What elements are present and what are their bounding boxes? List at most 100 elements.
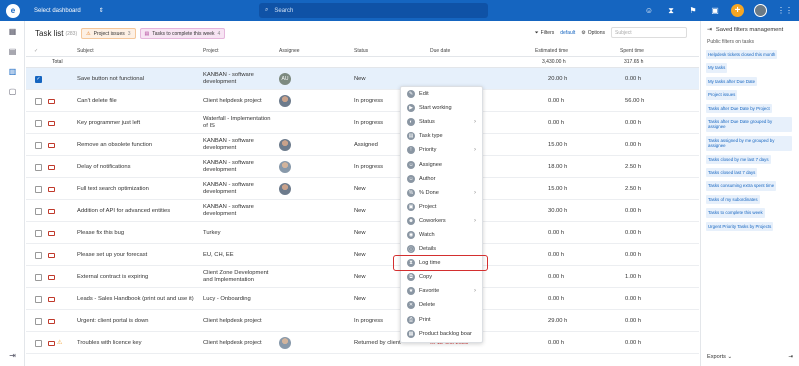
column-header-spent[interactable]: Spent time — [620, 48, 644, 54]
row-checkbox[interactable] — [35, 207, 42, 215]
saved-filter-link[interactable]: Tasks of my subordinates — [706, 194, 760, 205]
tasks-icon[interactable]: ▥ — [0, 61, 25, 81]
user-avatar[interactable] — [754, 4, 767, 17]
row-checkbox[interactable]: ✓ — [35, 75, 42, 83]
expand-menu-icon[interactable]: ⇥ — [0, 351, 25, 360]
task-subject-link[interactable]: Remove an obsolete function — [77, 134, 197, 156]
saved-filter-link[interactable]: My tasks after Due Date — [706, 76, 758, 87]
menu-item-print[interactable]: ⎙ Print — [401, 313, 482, 327]
task-project[interactable]: EU, CH, EE — [203, 244, 273, 266]
menu-item-delete[interactable]: ✕ Delete — [401, 298, 482, 312]
assignee-avatar[interactable] — [279, 161, 291, 173]
task-subject-link[interactable]: Delay of notifications — [77, 156, 197, 178]
row-checkbox[interactable] — [35, 163, 42, 171]
menu-item-favorite[interactable]: ★ Favorite › — [401, 284, 482, 298]
column-header-due-date[interactable]: Due date — [430, 48, 450, 54]
menu-item-details[interactable]: ⓘ Details — [401, 242, 482, 256]
task-subject-link[interactable]: Key programmer just left — [77, 112, 197, 134]
calendar-icon[interactable]: ▣ — [709, 6, 721, 15]
task-project[interactable]: Client helpdesk project — [203, 90, 273, 112]
task-project[interactable]: KANBAN - software development — [203, 156, 273, 178]
menu-item-assignee[interactable]: ☺ Assignee — [401, 157, 482, 171]
row-checkbox[interactable] — [35, 119, 42, 127]
global-search-input[interactable]: ⌕ Search — [259, 3, 488, 18]
saved-filter-link[interactable]: Tasks closed by me last 7 days — [706, 154, 771, 165]
grid-icon[interactable]: ⋮⋮ — [777, 6, 793, 15]
table-row[interactable]: Leads - Sales Handbook (print out and us… — [26, 288, 699, 310]
table-row[interactable]: Key programmer just left Waterfall - Impl… — [26, 112, 699, 134]
saved-filter-link[interactable]: My tasks — [706, 63, 728, 73]
options-button[interactable]: ⚙ Options — [581, 30, 605, 36]
add-button[interactable]: + — [731, 4, 744, 17]
table-row[interactable]: Please set up your forecast EU, CH, EE New… — [26, 244, 699, 266]
task-project[interactable]: Client Zone Development and Implementati… — [203, 266, 273, 288]
task-project[interactable]: Lucy - Onboarding — [203, 288, 273, 310]
column-header-assignee[interactable]: Assignee — [279, 48, 300, 54]
task-project[interactable]: KANBAN - software development — [203, 200, 273, 222]
task-project[interactable]: Client helpdesk project — [203, 332, 273, 354]
home-icon[interactable]: ▦ — [0, 21, 25, 41]
timer-icon[interactable]: ⧗ — [665, 6, 677, 16]
table-row[interactable]: ✓ Save button not functional KANBAN - soft… — [26, 68, 699, 90]
flag-icon[interactable]: ⚑ — [687, 6, 699, 15]
table-row[interactable]: Full text search optimization KANBAN - so… — [26, 178, 699, 200]
saved-filter-link[interactable]: Tasks after Due Date grouped by assignee — [706, 117, 792, 132]
task-subject-link[interactable]: Save button not functional — [77, 68, 197, 90]
task-project[interactable]: Waterfall - Implementation of IS — [203, 112, 273, 134]
dashboard-select[interactable]: Select dashboard ⇕ — [34, 7, 104, 15]
row-checkbox[interactable] — [35, 251, 42, 259]
menu-item-watch[interactable]: ◉ Watch — [401, 228, 482, 242]
task-subject-link[interactable]: Please set up your forecast — [77, 244, 197, 266]
projects-icon[interactable]: ▤ — [0, 41, 25, 61]
filters-button[interactable]: ⏷ Filters — [535, 30, 555, 36]
task-subject-link[interactable]: Please fix this bug — [77, 222, 197, 244]
menu-item-project[interactable]: ▣ Project — [401, 200, 482, 214]
column-header-subject[interactable]: Subject — [77, 48, 94, 54]
menu-item-edit[interactable]: ✎ Edit — [401, 87, 482, 101]
column-header-project[interactable]: Project — [203, 48, 219, 54]
column-header-status[interactable]: Status — [354, 48, 368, 54]
expand-icon[interactable]: ⇥ — [707, 27, 712, 33]
select-all-checkbox[interactable]: ✓ — [34, 48, 38, 54]
saved-filter-link[interactable]: Tasks closed last 7 days — [706, 168, 758, 178]
menu-item-task-type[interactable]: ▤ Task type — [401, 129, 482, 143]
task-subject-link[interactable]: Urgent: client portal is down — [77, 310, 197, 332]
saved-filter-link[interactable]: Project issues — [706, 90, 738, 100]
table-row[interactable]: Remove an obsolete function KANBAN - soft… — [26, 134, 699, 156]
menu-item-start-working[interactable]: ▶ Start working — [401, 101, 482, 115]
task-project[interactable]: KANBAN - software development — [203, 134, 273, 156]
task-subject-link[interactable]: External contract is expiring — [77, 266, 197, 288]
saved-filter-link[interactable]: Tasks assigned by me grouped by assignee — [706, 135, 792, 151]
row-checkbox[interactable] — [35, 185, 42, 193]
assignee-avatar[interactable]: AU — [279, 73, 291, 85]
saved-filter-link[interactable]: Urgent Priority Tasks by Projects — [706, 221, 774, 232]
documents-icon[interactable]: ▢ — [0, 81, 25, 101]
menu-item-status[interactable]: ◐ Status › — [401, 115, 482, 129]
table-row[interactable]: Delay of notifications KANBAN - software … — [26, 156, 699, 178]
task-subject-link[interactable]: Leads - Sales Handbook (print out and us… — [77, 288, 197, 310]
task-subject-link[interactable]: Addition of API for advanced entities — [77, 200, 197, 222]
exports-button[interactable]: Exports ⌄ — [707, 354, 732, 360]
row-checkbox[interactable] — [35, 317, 42, 325]
table-row[interactable]: Urgent: client portal is down Client help… — [26, 310, 699, 332]
task-subject-link[interactable]: Troubles with licence key — [77, 332, 197, 354]
row-checkbox[interactable] — [35, 229, 42, 237]
task-project[interactable]: Client helpdesk project — [203, 310, 273, 332]
menu-item--done[interactable]: % % Done › — [401, 186, 482, 200]
table-row[interactable]: Please fix this bug Turkey New 0.00 h 0.00 h — [26, 222, 699, 244]
filter-chip-project-issues[interactable]: ⚠ Project issues 3 — [81, 28, 136, 39]
row-checkbox[interactable] — [35, 339, 42, 347]
table-row[interactable]: Can't delete file Client helpdesk project… — [26, 90, 699, 112]
default-filter-link[interactable]: default — [560, 30, 575, 36]
menu-item-product-backlog-boar[interactable]: ▦ Product backlog boar — [401, 327, 482, 341]
assignee-avatar[interactable] — [279, 139, 291, 151]
subject-search-input[interactable]: Subject — [611, 27, 687, 38]
task-project[interactable]: Turkey — [203, 222, 273, 244]
task-project[interactable]: KANBAN - software development — [203, 68, 273, 90]
menu-item-log-time[interactable]: ⧗ Log time — [393, 255, 488, 272]
task-project[interactable]: KANBAN - software development — [203, 178, 273, 200]
row-checkbox[interactable] — [35, 295, 42, 303]
task-subject-link[interactable]: Can't delete file — [77, 90, 197, 112]
table-row[interactable]: Addition of API for advanced entities KAN… — [26, 200, 699, 222]
saved-filter-link[interactable]: Tasks to complete this week — [706, 208, 765, 218]
